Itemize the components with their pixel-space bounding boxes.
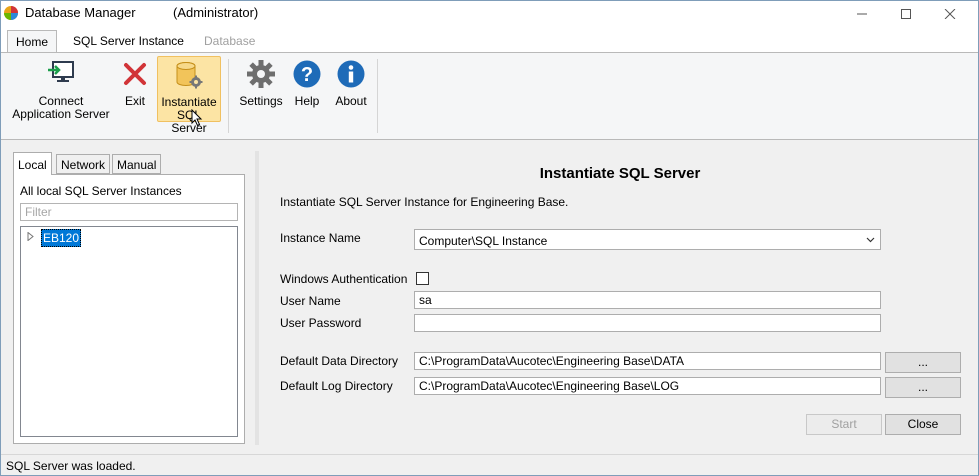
expand-arrow-icon[interactable] — [27, 232, 35, 241]
ribbon-separator — [377, 59, 378, 133]
instance-name-value: Computer\SQL Instance — [419, 234, 548, 248]
panel-splitter[interactable] — [255, 151, 259, 445]
red-x-icon — [124, 63, 146, 85]
connect-icon — [48, 61, 74, 82]
instantiate-sql-server-button[interactable]: Instantiate SQL Server — [157, 56, 221, 135]
ribbon-separator — [228, 59, 229, 133]
settings-button[interactable]: Settings — [235, 56, 287, 122]
form-description: Instantiate SQL Server Instance for Engi… — [280, 195, 569, 209]
help-button[interactable]: ? Help — [289, 56, 325, 122]
connect-label-line1: Connect — [38, 94, 84, 108]
minimize-button[interactable] — [839, 1, 885, 27]
title-bar: Database Manager (Administrator) — [1, 1, 978, 27]
tree-node-label[interactable]: EB120 — [41, 229, 82, 247]
gear-icon — [247, 60, 275, 88]
help-label: Help — [294, 94, 320, 108]
database-manager-window: Database Manager (Administrator) Home SQ… — [0, 0, 979, 476]
close-window-button[interactable] — [927, 1, 973, 27]
exit-button[interactable]: Exit — [119, 56, 151, 122]
windows-auth-checkbox[interactable] — [416, 272, 429, 285]
instantiate-label-line1: Instantiate — [161, 95, 217, 109]
filter-input[interactable] — [20, 203, 238, 221]
about-button[interactable]: About — [329, 56, 373, 122]
tab-database: Database — [204, 34, 256, 48]
close-button[interactable]: Close — [885, 414, 961, 435]
minimize-icon — [857, 13, 867, 15]
user-password-field[interactable] — [414, 314, 881, 332]
tab-home[interactable]: Home — [7, 30, 58, 53]
settings-label: Settings — [239, 94, 283, 108]
user-name-field[interactable] — [414, 291, 881, 309]
form-title: Instantiate SQL Server — [539, 165, 701, 182]
tab-network[interactable]: Network — [56, 154, 111, 174]
svg-text:?: ? — [301, 64, 313, 86]
maximize-button[interactable] — [883, 1, 929, 27]
ribbon: Connect Application Server Exit Instantia… — [1, 52, 978, 140]
instances-panel: Local Network Manual All local SQL Serve… — [9, 151, 246, 445]
window-title: Database Manager — [25, 5, 136, 20]
connect-application-server-button[interactable]: Connect Application Server — [9, 56, 113, 122]
exit-label: Exit — [124, 94, 145, 108]
close-icon — [944, 9, 956, 19]
tab-sql-server-instance[interactable]: SQL Server Instance — [65, 30, 192, 50]
user-password-label: User Password — [280, 316, 362, 330]
instance-name-label: Instance Name — [280, 231, 361, 245]
tab-local[interactable]: Local — [13, 152, 52, 175]
question-icon: ? — [293, 60, 321, 88]
start-button[interactable]: Start — [806, 414, 882, 435]
app-logo-icon — [4, 6, 18, 20]
maximize-icon — [901, 9, 911, 19]
window-user-role: (Administrator) — [173, 5, 259, 20]
log-directory-field[interactable] — [414, 377, 881, 395]
ribbon-tab-bar: Home SQL Server Instance Database — [1, 27, 978, 53]
database-gear-icon — [176, 62, 203, 89]
status-bar: SQL Server was loaded. — [1, 454, 978, 475]
status-text: SQL Server was loaded. — [6, 459, 136, 473]
instance-name-dropdown[interactable]: Computer\SQL Instance — [414, 229, 881, 250]
tab-manual[interactable]: Manual — [112, 154, 162, 174]
data-directory-field[interactable] — [414, 352, 881, 370]
mouse-pointer-icon — [191, 109, 203, 127]
instances-section-title: All local SQL Server Instances — [20, 184, 182, 198]
instances-tree[interactable]: EB120 — [20, 226, 238, 437]
browse-data-directory-button[interactable]: ... — [885, 352, 961, 373]
data-directory-label: Default Data Directory — [280, 354, 399, 368]
log-directory-label: Default Log Directory — [280, 379, 393, 393]
connect-label-line2: Application Server — [12, 107, 110, 121]
user-name-label: User Name — [280, 294, 341, 308]
chevron-down-icon — [866, 237, 875, 243]
windows-auth-label: Windows Authentication — [280, 272, 408, 286]
local-instances-tab-body: All local SQL Server Instances EB120 — [13, 174, 245, 444]
browse-log-directory-button[interactable]: ... — [885, 377, 961, 398]
about-label: About — [335, 94, 367, 108]
instantiate-form: Instantiate SQL Server Instantiate SQL S… — [263, 151, 977, 445]
info-icon — [337, 60, 365, 88]
